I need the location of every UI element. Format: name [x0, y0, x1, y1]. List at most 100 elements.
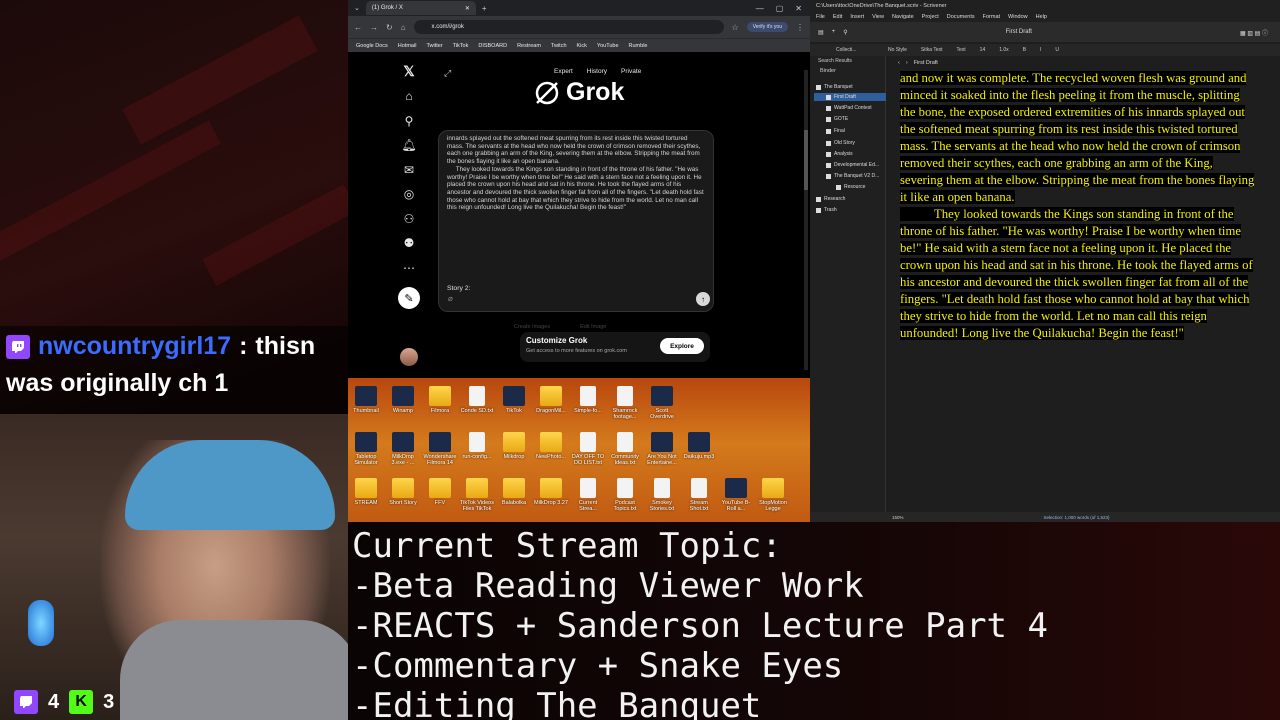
- menu-file[interactable]: File: [816, 14, 825, 20]
- nav-forward-icon[interactable]: ›: [906, 60, 908, 66]
- attach-icon[interactable]: ⌀: [448, 294, 453, 303]
- tab-list-icon[interactable]: ⌄: [354, 4, 360, 12]
- close-window-icon[interactable]: ✕: [795, 4, 802, 13]
- menu-window[interactable]: Window: [1008, 14, 1028, 20]
- desktop-icon[interactable]: Current Strea...: [570, 478, 606, 512]
- binder-item[interactable]: Trash: [816, 207, 837, 213]
- desktop-icon[interactable]: DragonMil...: [533, 386, 569, 414]
- maximize-icon[interactable]: ▢: [776, 4, 784, 13]
- bookmark-item[interactable]: Kick: [577, 43, 587, 49]
- more-icon[interactable]: ⋯: [402, 261, 416, 275]
- desktop-icon[interactable]: Milkdrop: [496, 432, 532, 460]
- scrollbar-thumb[interactable]: [804, 130, 808, 190]
- desktop-icon[interactable]: Winamp: [385, 386, 421, 414]
- bookmark-item[interactable]: Twitch: [551, 43, 567, 49]
- desktop-icon[interactable]: Simple-fo...: [570, 386, 606, 414]
- messages-icon[interactable]: ✉: [402, 163, 416, 177]
- collections-label[interactable]: Collecti...: [836, 47, 857, 53]
- desktop-icon[interactable]: Shamrock footage...: [607, 386, 643, 420]
- desktop-icon[interactable]: TikTok Videos Files TikTok: [459, 478, 495, 512]
- desktop-icon[interactable]: TikTok: [496, 386, 532, 414]
- typeface-select[interactable]: Text: [957, 47, 966, 53]
- desktop-icon[interactable]: Scott Overdrive: [644, 386, 680, 420]
- binder-item[interactable]: WattPad Contest: [826, 105, 872, 111]
- binder-item[interactable]: Old Story: [826, 140, 855, 146]
- url-input[interactable]: x.com/i/grok: [413, 20, 724, 34]
- notifications-icon[interactable]: 🔔︎: [401, 138, 416, 152]
- bold-icon[interactable]: B: [1023, 47, 1026, 53]
- back-icon[interactable]: ←: [354, 23, 362, 32]
- binder-item[interactable]: Research: [816, 196, 845, 202]
- grok-nav-icon[interactable]: ◎: [402, 187, 416, 201]
- editor-paragraph-2[interactable]: They looked towards the Kings son standi…: [900, 207, 1253, 340]
- style-select[interactable]: No Style: [888, 47, 907, 53]
- bookmark-star-icon[interactable]: ☆: [732, 23, 739, 32]
- x-logo-icon[interactable]: 𝕏: [402, 63, 416, 79]
- expand-icon[interactable]: ⤢: [444, 68, 451, 79]
- verify-button[interactable]: Verify it's you: [746, 22, 788, 32]
- desktop-icon[interactable]: Thumbnail: [348, 386, 384, 414]
- search-results-label[interactable]: Search Results: [810, 56, 885, 66]
- binder-item[interactable]: GOTE: [826, 116, 848, 122]
- bookmark-item[interactable]: Google Docs: [356, 43, 388, 49]
- history-button[interactable]: History: [587, 68, 607, 75]
- zoom-level[interactable]: 150%: [892, 515, 904, 520]
- desktop-icon[interactable]: NewPhoto...: [533, 432, 569, 460]
- binder-item[interactable]: The Banquet: [816, 84, 853, 90]
- add-icon[interactable]: +: [832, 29, 836, 35]
- desktop-icon[interactable]: Daikuju.mp3: [681, 432, 717, 460]
- binder-item[interactable]: The Banquet V2 D...: [826, 173, 879, 179]
- search-icon[interactable]: ⚲: [402, 114, 416, 128]
- desktop-icon[interactable]: Tabletop Simulator: [348, 432, 384, 466]
- prompt-text[interactable]: innards splayed out the softened meat sp…: [447, 135, 705, 257]
- view-mode-icons[interactable]: ▦ ▥ ▤ ⓘ: [1240, 28, 1280, 37]
- desktop-icon[interactable]: STREAM: [348, 478, 384, 506]
- desktop-icon[interactable]: DAY OFF TO DO LIST.txt: [570, 432, 606, 466]
- binder-item[interactable]: Final: [826, 128, 845, 134]
- desktop-icon[interactable]: Community Ideas.txt: [607, 432, 643, 466]
- private-button[interactable]: Private: [621, 68, 641, 75]
- menu-format[interactable]: Format: [983, 14, 1000, 20]
- create-images-chip[interactable]: Create Images: [514, 324, 550, 330]
- desktop-icon[interactable]: Conde SD.txt: [459, 386, 495, 414]
- communities-icon[interactable]: ⚇: [402, 212, 416, 226]
- home-nav-icon[interactable]: ⌂: [402, 89, 416, 103]
- menu-documents[interactable]: Documents: [947, 14, 975, 20]
- home-icon[interactable]: ⌂: [401, 23, 406, 32]
- profile-icon[interactable]: ⚉: [402, 236, 416, 250]
- binder-item[interactable]: Developmental Ed...: [826, 162, 879, 168]
- menu-project[interactable]: Project: [922, 14, 939, 20]
- desktop-icon[interactable]: MilkDrop 3.27: [533, 478, 569, 506]
- desktop-icon[interactable]: Smokey Stories.txt: [644, 478, 680, 512]
- size-select[interactable]: 14: [980, 47, 986, 53]
- desktop-icon[interactable]: Stream Shot.txt: [681, 478, 717, 512]
- menu-insert[interactable]: Insert: [850, 14, 864, 20]
- desktop-icon[interactable]: StopMotion Legge: [755, 478, 791, 512]
- editor-text[interactable]: and now it was complete. The recycled wo…: [900, 70, 1256, 342]
- avatar[interactable]: [400, 348, 418, 366]
- menu-help[interactable]: Help: [1036, 14, 1047, 20]
- bookmark-item[interactable]: TikTok: [453, 43, 469, 49]
- minimize-icon[interactable]: —: [756, 4, 764, 13]
- underline-icon[interactable]: U: [1055, 47, 1059, 53]
- desktop-icon[interactable]: MilkDrop 3.exe - ...: [385, 432, 421, 466]
- page-scrollbar[interactable]: [804, 70, 808, 370]
- desktop-icon[interactable]: Are You Not Entertaine...: [644, 432, 680, 466]
- editor-paragraph-1[interactable]: and now it was complete. The recycled wo…: [900, 71, 1255, 204]
- search-icon[interactable]: ⚲: [843, 29, 847, 36]
- edit-image-chip[interactable]: Edit Image: [580, 324, 606, 330]
- desktop-icon[interactable]: Filmora: [422, 386, 458, 414]
- editor-pane[interactable]: and now it was complete. The recycled wo…: [900, 70, 1256, 510]
- bookmark-item[interactable]: Restream: [517, 43, 541, 49]
- browser-tab[interactable]: (1) Grok / X ✕: [365, 1, 476, 15]
- bookmark-item[interactable]: Rumble: [629, 43, 648, 49]
- nav-back-icon[interactable]: ‹: [898, 60, 900, 66]
- bookmark-item[interactable]: DISBOARD: [478, 43, 507, 49]
- font-select[interactable]: Sitka Text: [921, 47, 943, 53]
- desktop-icon[interactable]: run-config...: [459, 432, 495, 460]
- mode-selector[interactable]: Expert: [554, 68, 573, 75]
- desktop-icon[interactable]: Short Story: [385, 478, 421, 506]
- bookmark-item[interactable]: YouTube: [597, 43, 619, 49]
- spacing-select[interactable]: 1.0x: [999, 47, 1008, 53]
- desktop-icon[interactable]: Balabolka: [496, 478, 532, 506]
